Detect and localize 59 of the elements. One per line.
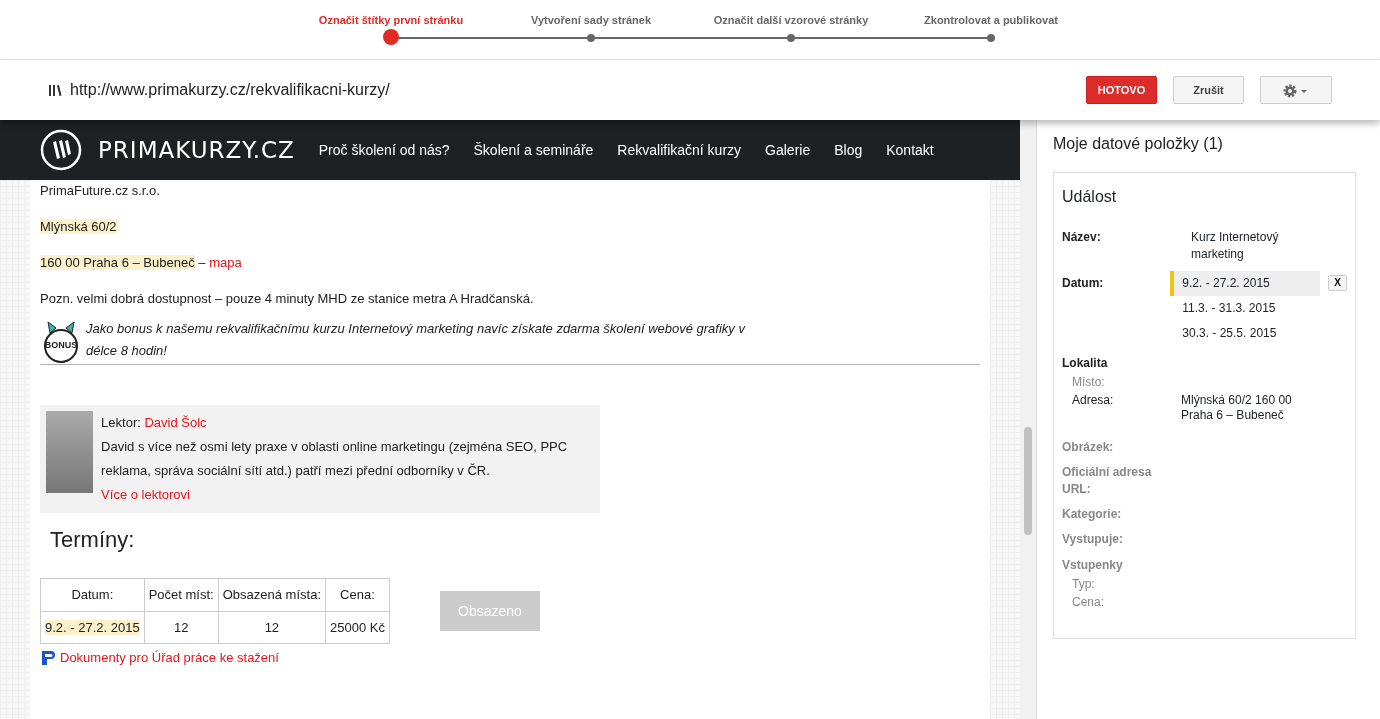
wizard-step[interactable]: Vytvoření sady stránek [491,12,691,29]
column-header: Cena: [325,578,390,611]
field-label: Typ: [1071,577,1096,592]
group-label: Vstupenky [1062,557,1124,574]
field-value[interactable]: 11.3. - 31.3. 2015 [1170,296,1321,321]
table-cell: 25000 Kč [330,619,385,635]
cancel-button[interactable]: Zrušit [1173,76,1244,104]
done-button[interactable]: HOTOVO [1086,76,1157,104]
field-label: Kategorie: [1062,506,1123,523]
column-header: Obsazená místa: [218,578,326,611]
page-url: http://www.primakurzy.cz/rekvalifikacni-kurzy/ [70,80,390,100]
card-title: Událost [1062,187,1118,207]
terms-heading: Termíny: [50,526,136,554]
nav-link[interactable]: Školení a semináře [473,139,594,161]
column-header: Datum: [40,578,145,611]
table-cell: 12 [173,619,189,635]
group-label: Lokalita [1062,355,1109,372]
more-link[interactable]: Více o lektorovi [101,487,190,502]
wizard-step[interactable]: Označit štítky první stránku [291,12,491,29]
document-icon [40,649,56,666]
field-label: Místo: [1071,375,1106,390]
settings-button[interactable] [1260,76,1332,104]
field-label: Datum: [1062,275,1105,292]
map-link[interactable]: mapa [209,255,242,270]
nav-link[interactable]: Galerie [765,139,811,161]
address-line: Pozn. velmi dobrá dostupnost – pouze 4 minuty MHD ze stanice metra A Hradčanská. [40,291,534,306]
field-label: Adresa: [1071,393,1115,409]
lecturer-link[interactable]: David Šolc [144,415,207,430]
field-label: Vystupuje: [1062,531,1124,548]
logo-text[interactable]: PRIMAKURZY.CZ [98,132,295,168]
panel-title: Moje datové položky (1) [1053,134,1224,154]
field-label: Název: [1062,229,1102,246]
lecturer-bio: David s více než osmi lety praxe v oblasti online marketingu (zejména SEO, PPC reklama, správa sociální sítí atd.) patří mezi přední odborníky v ČR. [101,438,569,480]
nav-link[interactable]: Rekvalifikační kurzy [617,139,742,161]
remove-button[interactable]: X [1328,275,1347,291]
nav-link[interactable]: Kontakt [886,139,934,161]
address-line: PrimaFuture.cz s.r.o. [40,183,160,198]
table-cell: 12 [264,619,280,635]
table-cell: 9.2. - 27.2. 2015 [45,619,140,635]
wizard-step[interactable]: Zkontrolovat a publikovat [891,12,1091,29]
documents-link[interactable]: Dokumenty pro Úřad práce ke stažení [60,648,279,668]
logo-icon [40,129,82,171]
column-header: Počet míst: [144,578,219,611]
field-value[interactable]: 30.3. - 25.5. 2015 [1170,321,1321,346]
field-value[interactable]: Mlýnská 60/2 160 00 Praha 6 – Bubeneč [1169,389,1319,427]
books-icon [48,83,62,97]
step-dot [383,29,399,45]
field-value[interactable]: 9.2. - 27.2. 2015 [1170,271,1321,296]
field-label: Oficiální adresa URL: [1062,464,1153,498]
scrollbar-thumb[interactable] [1024,427,1032,535]
field-value[interactable]: Kurz Internetový marketing [1179,225,1329,267]
wizard-step[interactable]: Označit další vzorové stránky [691,12,891,29]
bonus-text: Jako bonus k našemu rekvalifikačnímu kurzu Internetový marketing navíc získate zdarma školení webové grafiky v délce 8 hodin! [86,320,746,360]
nav-link[interactable]: Proč školení od nás? [318,139,450,161]
field-label: Cena: [1071,595,1106,610]
field-label: Obrázek: [1062,439,1115,456]
nav-link[interactable]: Blog [834,139,863,161]
lecturer-label: Lektor: [101,415,142,430]
dash-separator: – [197,255,207,270]
